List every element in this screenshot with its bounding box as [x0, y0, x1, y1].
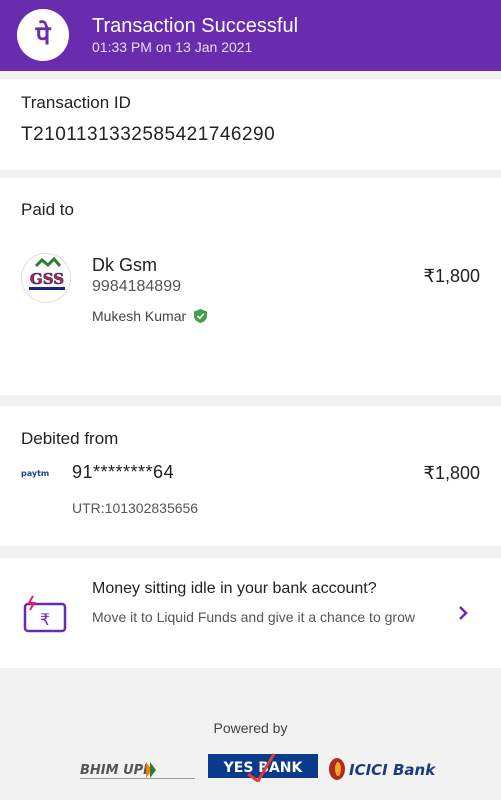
- verified-name-text: Mukesh Kumar: [92, 308, 187, 324]
- status-title: Transaction Successful: [92, 15, 299, 37]
- transaction-id-card: Transaction ID T2101131332585421746290: [0, 79, 501, 170]
- utr-number[interactable]: UTR:101302835656: [72, 500, 198, 516]
- header-bar: पे Transaction Successful 01:33 PM on 13…: [0, 0, 501, 71]
- verified-shield-icon: [194, 309, 208, 323]
- transaction-id-label: Transaction ID: [21, 93, 131, 112]
- paid-amount: ₹1,800: [423, 266, 481, 286]
- yes-bank-logo: YES BANK: [208, 752, 318, 784]
- promo-subtitle: Move it to Liquid Funds and give it a ch…: [92, 609, 415, 625]
- payee-verified-name: Mukesh Kumar: [92, 308, 208, 324]
- powered-by-label: Powered by: [213, 720, 288, 736]
- payee-avatar[interactable]: GSS: [21, 253, 71, 303]
- phonepe-logo-icon: पे: [17, 9, 69, 61]
- svg-text:पे: पे: [35, 20, 52, 51]
- debit-account-number: 91********64: [72, 462, 175, 482]
- promo-title: Money sitting idle in your bank account?: [92, 580, 377, 597]
- transaction-timestamp: 01:33 PM on 13 Jan 2021: [92, 39, 253, 55]
- chevron-right-icon[interactable]: [455, 604, 471, 622]
- debited-from-label: Debited from: [21, 429, 119, 448]
- bhim-upi-logo-text: BHIM UPI: [80, 763, 148, 778]
- paid-to-label: Paid to: [21, 200, 74, 219]
- paytm-logo-text: paytm: [21, 469, 49, 478]
- payee-name: Dk Gsm: [92, 255, 157, 275]
- icici-bank-logo: ICICI Bank: [327, 753, 439, 783]
- rupee-wallet-icon: ₹: [23, 594, 68, 634]
- bhim-upi-logo: BHIM UPI: [80, 758, 200, 782]
- payee-avatar-text: GSS: [30, 270, 64, 288]
- svg-text:₹: ₹: [40, 610, 50, 629]
- icici-bank-logo-text: ICICI Bank: [349, 761, 436, 779]
- paytm-logo-icon: paytm: [21, 466, 53, 478]
- debit-amount: ₹1,800: [423, 463, 481, 483]
- payee-phone: 9984184899: [92, 278, 181, 295]
- transaction-id-value[interactable]: T2101131332585421746290: [21, 124, 275, 146]
